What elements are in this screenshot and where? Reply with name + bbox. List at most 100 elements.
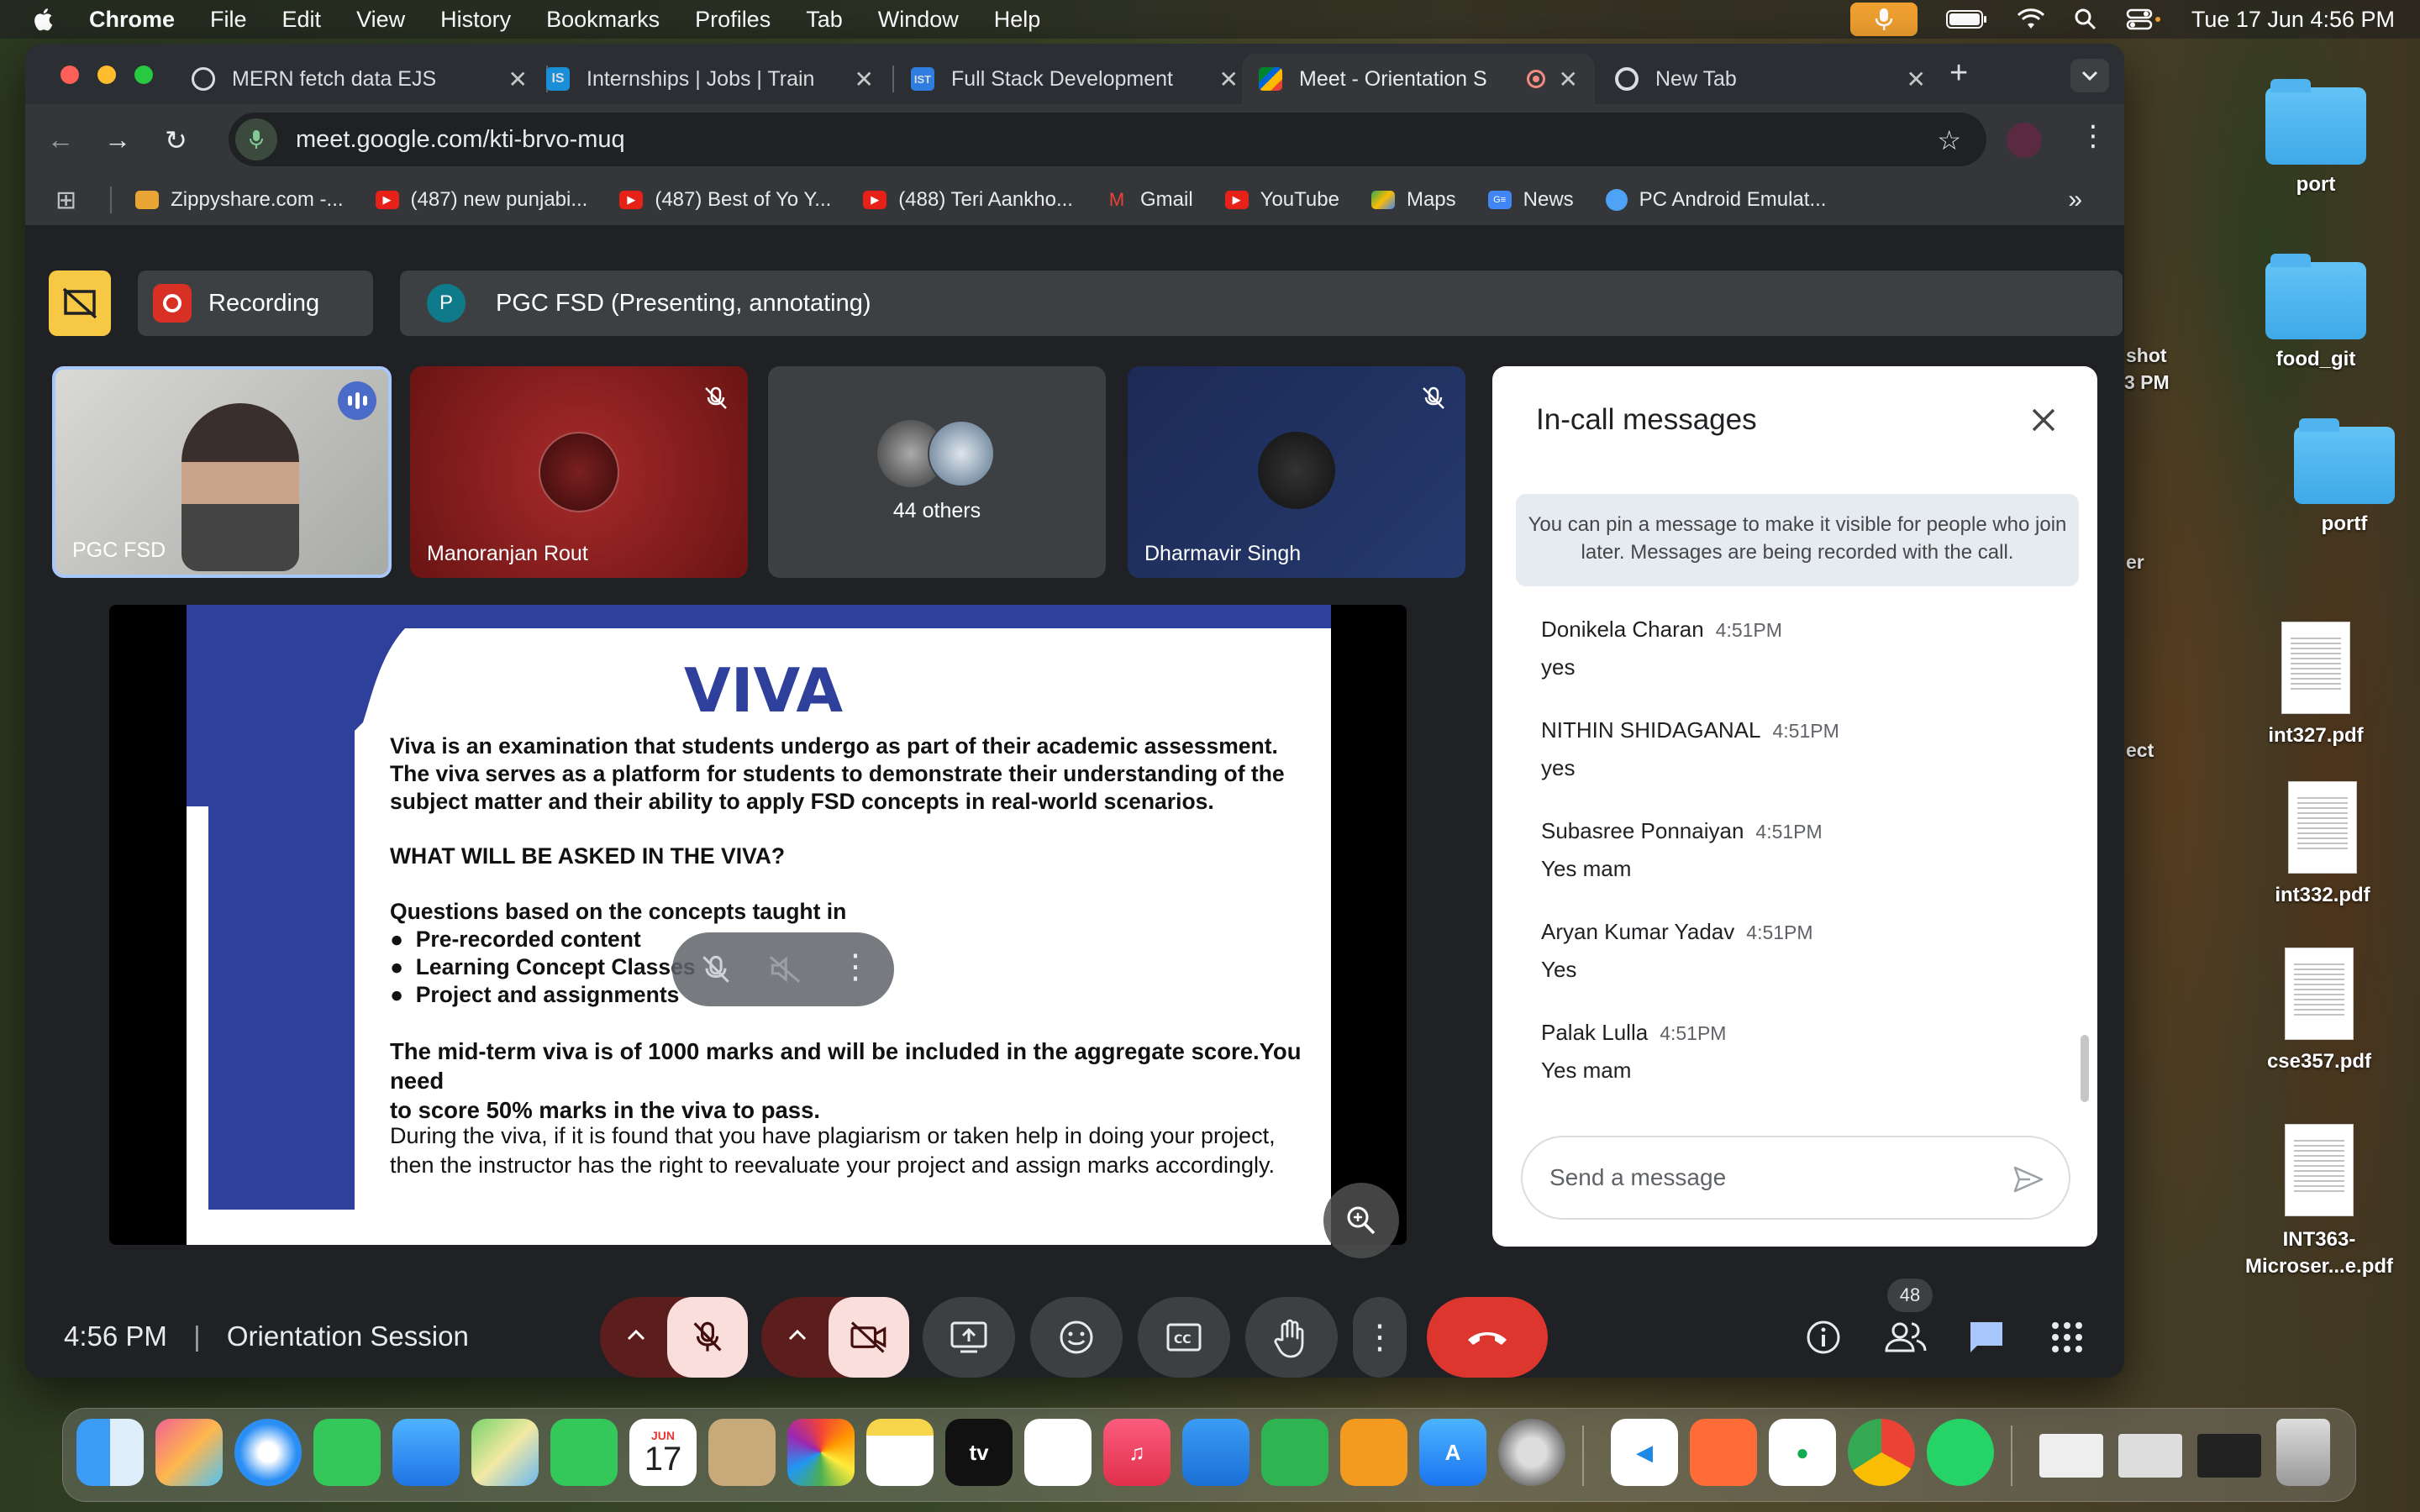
reload-icon[interactable]: ↻ xyxy=(165,124,187,156)
send-icon[interactable] xyxy=(2012,1163,2045,1196)
more-options-icon[interactable]: ⋮ xyxy=(839,948,872,986)
more-options-button[interactable]: ⋮ xyxy=(1353,1297,1407,1378)
activities-button[interactable] xyxy=(2044,1314,2091,1361)
recent-window-thumbnail[interactable] xyxy=(2039,1434,2103,1478)
presenter-banner[interactable]: P PGC FSD (Presenting, annotating) xyxy=(400,270,2123,336)
keynote-icon[interactable] xyxy=(1182,1419,1249,1486)
close-tab-icon[interactable]: ✕ xyxy=(508,66,528,93)
photos-icon[interactable] xyxy=(787,1419,855,1486)
chevron-up-icon[interactable] xyxy=(623,1322,649,1347)
desktop-file-int332[interactable]: int332.pdf xyxy=(2238,781,2407,907)
close-icon[interactable] xyxy=(2027,403,2060,437)
contacts-icon[interactable] xyxy=(708,1419,776,1486)
bookmark-gmail[interactable]: M Gmail xyxy=(1105,188,1193,212)
chrome-app-icon[interactable] xyxy=(1848,1419,1915,1486)
whatsapp-icon[interactable] xyxy=(1927,1419,1994,1486)
sound-off-icon[interactable] xyxy=(766,951,803,988)
chat-scrollbar[interactable] xyxy=(2081,1035,2089,1102)
menu-app-name[interactable]: Chrome xyxy=(89,7,175,33)
participant-tile-others[interactable]: 44 others xyxy=(768,366,1106,578)
leave-call-button[interactable] xyxy=(1427,1297,1548,1378)
desktop-file-cse357[interactable]: cse357.pdf xyxy=(2235,948,2403,1074)
menu-history[interactable]: History xyxy=(440,7,511,33)
bookmark-maps[interactable]: Maps xyxy=(1370,188,1456,212)
chat-button[interactable] xyxy=(1963,1314,2010,1361)
tab-meet-active[interactable]: Meet - Orientation S ✕ xyxy=(1242,54,1595,104)
app-store-icon[interactable]: A xyxy=(1419,1419,1486,1486)
close-tab-icon[interactable]: ✕ xyxy=(1559,66,1578,93)
menubar-clock[interactable]: Tue 17 Jun 4:56 PM xyxy=(2191,7,2395,33)
notes-icon[interactable] xyxy=(866,1419,934,1486)
bookmark-youtube-1[interactable]: ▶ (487) new punjabi... xyxy=(375,188,587,212)
close-tab-icon[interactable]: ✕ xyxy=(855,66,874,93)
send-message-input[interactable]: Send a message xyxy=(1521,1136,2070,1220)
close-tab-icon[interactable]: ✕ xyxy=(1219,66,1239,93)
muted-mic-icon[interactable] xyxy=(697,951,734,988)
tab-internships[interactable]: IS Internships | Jobs | Train ✕ xyxy=(529,54,891,104)
bookmark-youtube-2[interactable]: ▶ (487) Best of Yo Y... xyxy=(619,188,831,212)
vscode-icon[interactable]: ◀ xyxy=(1611,1419,1678,1486)
apple-icon[interactable] xyxy=(32,7,57,32)
url-text[interactable]: meet.google.com/kti-brvo-muq xyxy=(296,126,625,154)
mic-control[interactable] xyxy=(600,1297,748,1378)
messages-icon[interactable] xyxy=(313,1419,381,1486)
spotlight-search-icon[interactable] xyxy=(2074,8,2097,31)
camera-control[interactable] xyxy=(761,1297,909,1378)
participant-tile-dharmavir[interactable]: Dharmavir Singh xyxy=(1128,366,1465,578)
zoom-in-button[interactable] xyxy=(1323,1183,1399,1258)
freeform-icon[interactable] xyxy=(1024,1419,1092,1486)
menu-edit[interactable]: Edit xyxy=(282,7,322,33)
bookmark-news[interactable]: G≡ News xyxy=(1487,188,1574,212)
address-bar[interactable]: meet.google.com/kti-brvo-muq ☆ xyxy=(229,113,1986,166)
tab-mern-fetch[interactable]: MERN fetch data EJS ✕ xyxy=(175,54,544,104)
postman-icon[interactable] xyxy=(1690,1419,1757,1486)
meeting-details-button[interactable] xyxy=(1800,1314,1847,1361)
participant-tile-pgc-fsd[interactable]: PGC FSD xyxy=(52,366,392,578)
menu-window[interactable]: Window xyxy=(878,7,959,33)
zoom-window-button[interactable] xyxy=(134,66,153,84)
unmute-button[interactable] xyxy=(667,1297,748,1378)
wifi-icon[interactable] xyxy=(2017,8,2045,30)
menu-tab[interactable]: Tab xyxy=(806,7,843,33)
apps-grid-icon[interactable]: ⊞ xyxy=(55,186,76,215)
menu-help[interactable]: Help xyxy=(994,7,1041,33)
recent-window-thumbnail[interactable] xyxy=(2118,1434,2182,1478)
mongodb-icon[interactable]: ● xyxy=(1769,1419,1836,1486)
system-settings-icon[interactable] xyxy=(1498,1419,1565,1486)
presentation-controls-button[interactable] xyxy=(49,270,111,336)
captions-button[interactable]: CC xyxy=(1138,1297,1230,1378)
numbers-icon[interactable] xyxy=(1261,1419,1328,1486)
chevron-up-icon[interactable] xyxy=(785,1322,810,1347)
recent-window-thumbnail[interactable] xyxy=(2197,1434,2261,1478)
bookmark-zippyshare[interactable]: Zippyshare.com -... xyxy=(135,188,344,212)
forward-arrow-icon[interactable]: → xyxy=(104,124,131,155)
bookmark-emulator[interactable]: PC Android Emulat... xyxy=(1605,188,1826,212)
tab-search-chevron-icon[interactable] xyxy=(2070,59,2109,92)
menu-bookmarks[interactable]: Bookmarks xyxy=(546,7,660,33)
desktop-folder-portf[interactable]: portf xyxy=(2260,418,2420,536)
tab-new-tab[interactable]: New Tab ✕ xyxy=(1598,54,1943,104)
more-bookmarks-icon[interactable]: » xyxy=(2068,186,2082,214)
new-tab-plus-icon[interactable]: + xyxy=(1949,55,1968,92)
music-icon[interactable]: ♫ xyxy=(1103,1419,1171,1486)
facetime-icon[interactable] xyxy=(550,1419,618,1486)
desktop-file-int327[interactable]: int327.pdf xyxy=(2232,622,2400,748)
close-tab-icon[interactable]: ✕ xyxy=(1907,66,1926,93)
people-button[interactable]: 48 xyxy=(1882,1278,1933,1361)
mic-in-use-indicator[interactable] xyxy=(1849,3,1918,36)
battery-icon[interactable] xyxy=(1945,9,1988,29)
turn-on-camera-button[interactable] xyxy=(829,1297,909,1378)
raise-hand-button[interactable] xyxy=(1245,1297,1338,1378)
close-window-button[interactable] xyxy=(60,66,79,84)
bookmark-youtube[interactable]: ▶ YouTube xyxy=(1224,188,1339,212)
calendar-icon[interactable]: JUN 17 xyxy=(629,1419,697,1486)
menu-view[interactable]: View xyxy=(356,7,405,33)
trash-icon[interactable] xyxy=(2276,1419,2330,1486)
bookmark-star-icon[interactable]: ☆ xyxy=(1937,124,1961,156)
tab-full-stack[interactable]: IST Full Stack Development ✕ xyxy=(894,54,1255,104)
desktop-folder-food-git[interactable]: food_git xyxy=(2232,254,2400,371)
participant-tile-manoranjan[interactable]: Manoranjan Rout xyxy=(410,366,748,578)
launchpad-icon[interactable] xyxy=(155,1419,223,1486)
present-screen-button[interactable] xyxy=(923,1297,1015,1378)
pages-icon[interactable] xyxy=(1340,1419,1407,1486)
